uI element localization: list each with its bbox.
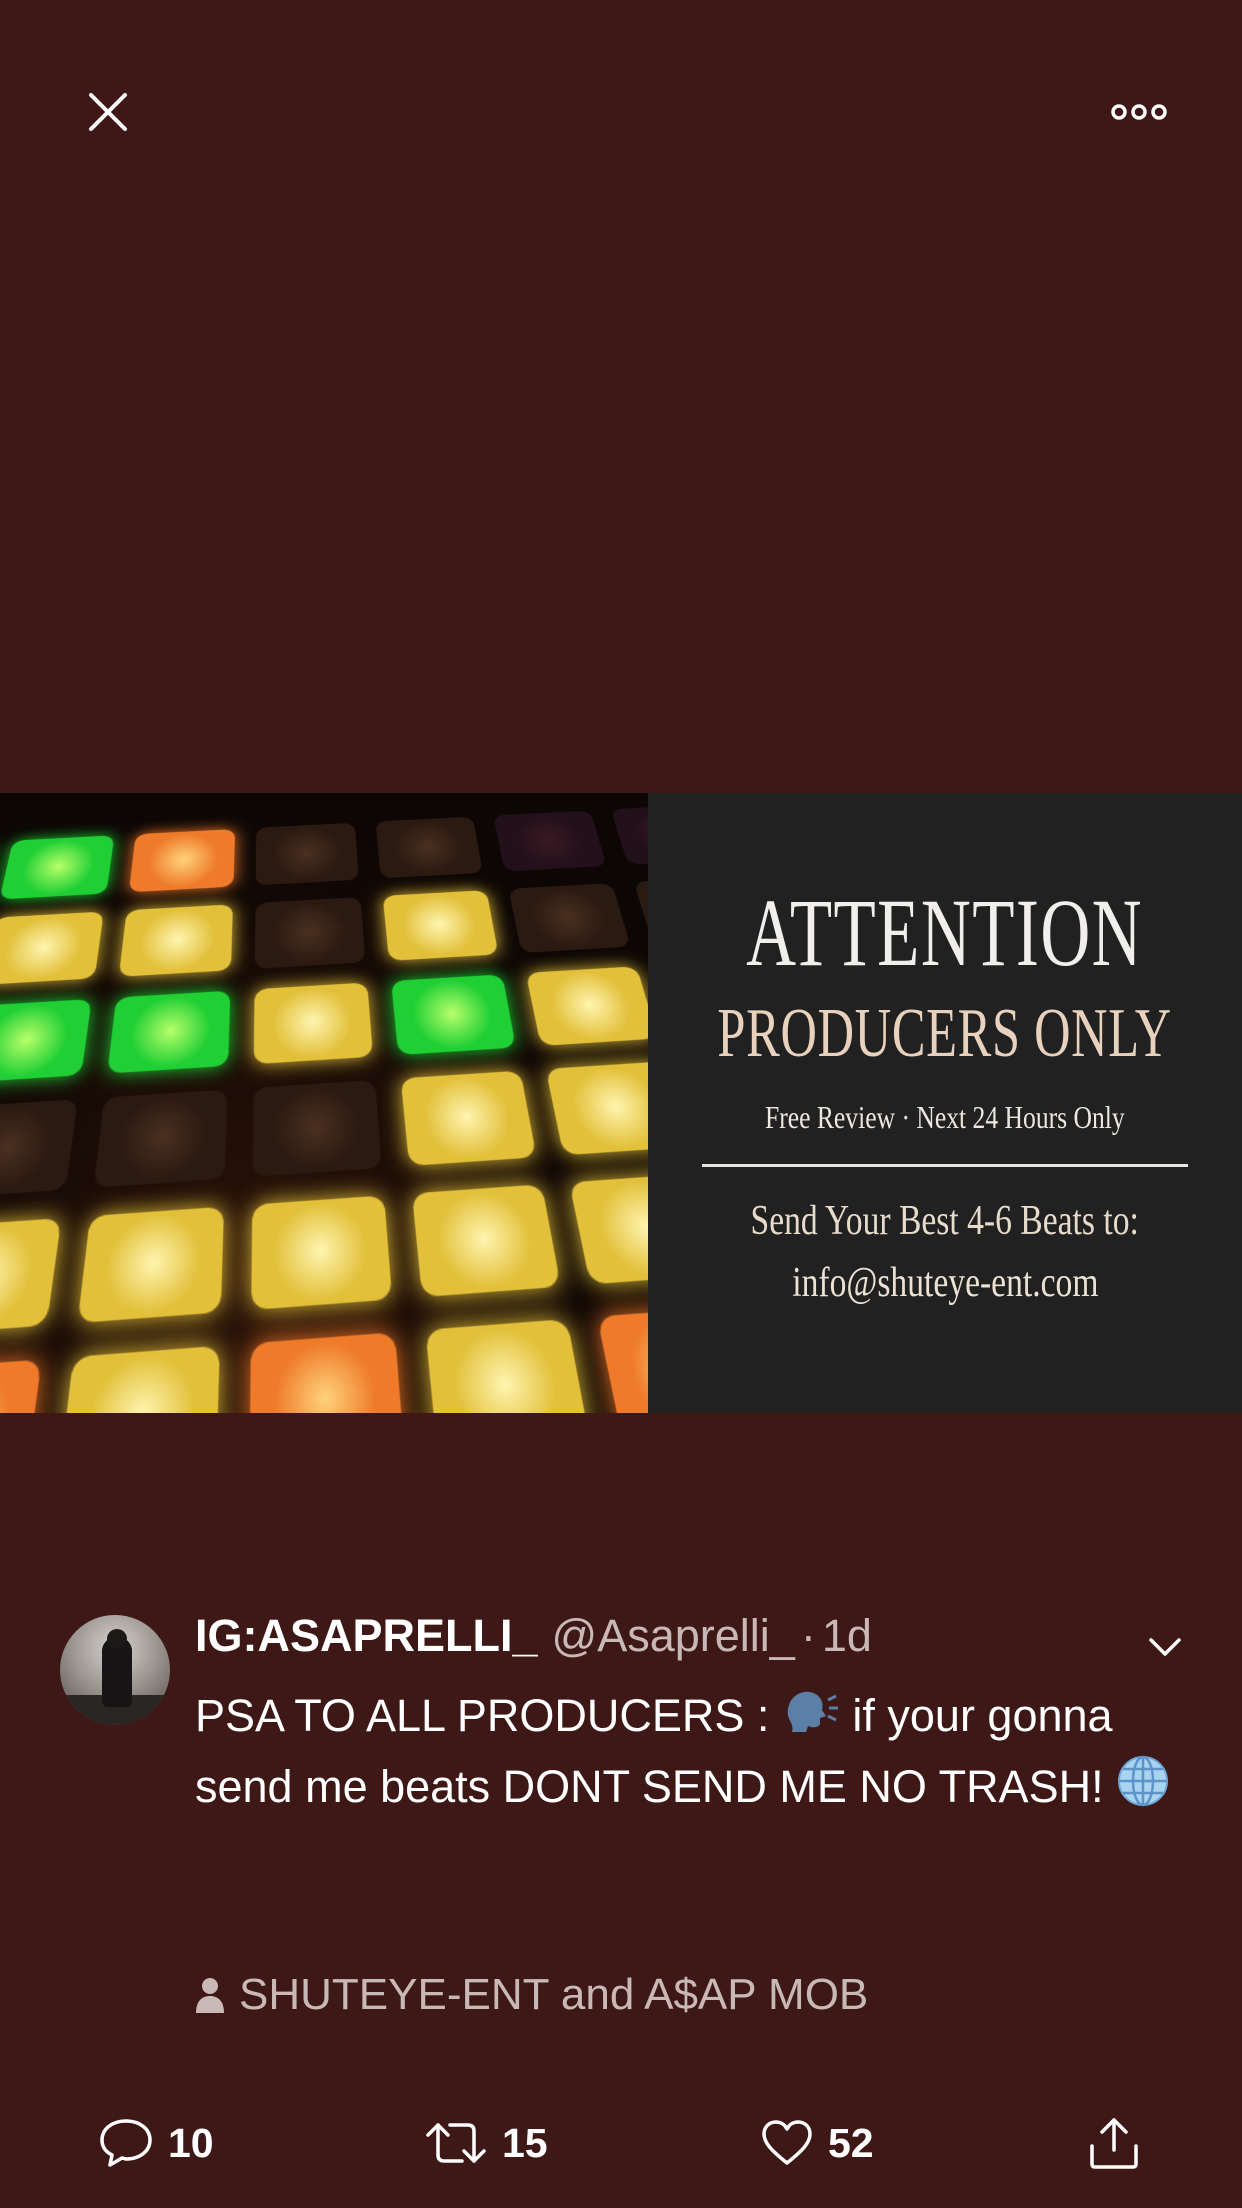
launchpad-pad — [391, 973, 517, 1056]
launchpad-pad — [400, 1070, 537, 1166]
tweet-options-button[interactable] — [1140, 1622, 1190, 1672]
launchpad-pad — [249, 1331, 405, 1413]
more-options-button[interactable] — [1102, 82, 1176, 142]
launchpad-pad — [128, 829, 235, 893]
launchpad-pad — [0, 998, 92, 1084]
heart-icon — [762, 2120, 812, 2165]
tweet-media-image[interactable]: ATTENTION PRODUCERS ONLY Free Review · N… — [0, 793, 1242, 1413]
launchpad-pad — [255, 822, 360, 886]
launchpad-pad — [633, 876, 648, 945]
launchpad-pad — [525, 965, 648, 1047]
globe-icon — [1116, 1754, 1170, 1827]
poster-subhead: PRODUCERS ONLY — [717, 995, 1173, 1072]
launchpad-pad — [0, 1099, 78, 1199]
launchpad-pad — [425, 1318, 591, 1413]
launchpad-pad — [411, 1184, 562, 1297]
pad-grid — [0, 798, 648, 1413]
launchpad-pad — [106, 990, 231, 1074]
separator-dot: · — [800, 1610, 816, 1661]
launchpad-pad — [493, 810, 607, 872]
poster-email: info@shuteye-ent.com — [791, 1260, 1099, 1306]
launchpad-pad — [118, 904, 233, 977]
poster-tagline: Free Review · Next 24 Hours Only — [765, 1099, 1125, 1135]
poster-headline: ATTENTION — [746, 879, 1144, 986]
person-icon — [196, 1978, 224, 2013]
reply-icon — [100, 2119, 152, 2167]
share-icon — [1090, 2118, 1138, 2169]
launchpad-pad — [569, 1173, 648, 1285]
tweet-text-part1: PSA TO ALL PRODUCERS : — [195, 1690, 782, 1741]
launchpad-pad — [250, 1195, 393, 1310]
retweet-icon — [426, 2123, 486, 2163]
launchpad-pad — [252, 1080, 382, 1177]
tweet-actions: 10 15 52 — [0, 2108, 1242, 2178]
tagged-users[interactable]: SHUTEYE-ENT and A$AP MOB — [195, 1970, 868, 2020]
tweet-text: PSA TO ALL PRODUCERS : if your gonna sen… — [195, 1682, 1185, 1827]
avatar[interactable] — [60, 1615, 170, 1725]
launchpad-pad — [597, 1305, 648, 1413]
launchpad-pad — [382, 889, 499, 961]
launchpad-photo — [0, 793, 648, 1413]
poster-divider — [702, 1164, 1188, 1167]
share-button[interactable] — [1088, 2108, 1154, 2178]
tweet-timestamp: 1d — [821, 1610, 872, 1661]
tweet-header: IG:ASAPRELLI_ @Asaprelli_ · 1d — [195, 1610, 872, 1666]
tagged-users-label: SHUTEYE-ENT and A$AP MOB — [239, 1970, 869, 2019]
launchpad-pad — [508, 882, 631, 953]
chevron-down-icon — [1149, 1638, 1181, 1656]
launchpad-pad — [254, 896, 366, 969]
like-count: 52 — [828, 2119, 874, 2166]
launchpad-pad — [375, 816, 484, 879]
launchpad-pad — [610, 804, 648, 865]
user-handle[interactable]: @Asaprelli_ — [552, 1610, 795, 1662]
top-bar — [0, 0, 1242, 230]
launchpad-pad — [0, 835, 114, 900]
poster-cta: Send Your Best 4-6 Beats to: — [750, 1198, 1140, 1244]
launchpad-pad — [253, 981, 374, 1065]
launchpad-pad — [0, 1359, 42, 1413]
attention-poster: ATTENTION PRODUCERS ONLY Free Review · N… — [648, 793, 1242, 1413]
like-button[interactable]: 52 — [760, 2108, 874, 2178]
speaking-head-icon — [782, 1685, 840, 1753]
retweet-count: 15 — [502, 2119, 548, 2166]
launchpad-pad — [92, 1089, 228, 1188]
display-name[interactable]: IG:ASAPRELLI_ — [195, 1610, 538, 1662]
retweet-button[interactable]: 15 — [424, 2108, 548, 2178]
launchpad-pad — [0, 1218, 61, 1337]
more-horizontal-icon — [1111, 104, 1167, 120]
close-icon — [89, 93, 127, 131]
launchpad-pad — [546, 1061, 648, 1156]
reply-count: 10 — [168, 2119, 214, 2166]
launchpad-pad — [76, 1206, 224, 1323]
close-button[interactable] — [78, 82, 138, 142]
launchpad-pad — [0, 911, 104, 985]
launchpad-pad — [57, 1345, 220, 1413]
reply-button[interactable]: 10 — [98, 2108, 214, 2178]
